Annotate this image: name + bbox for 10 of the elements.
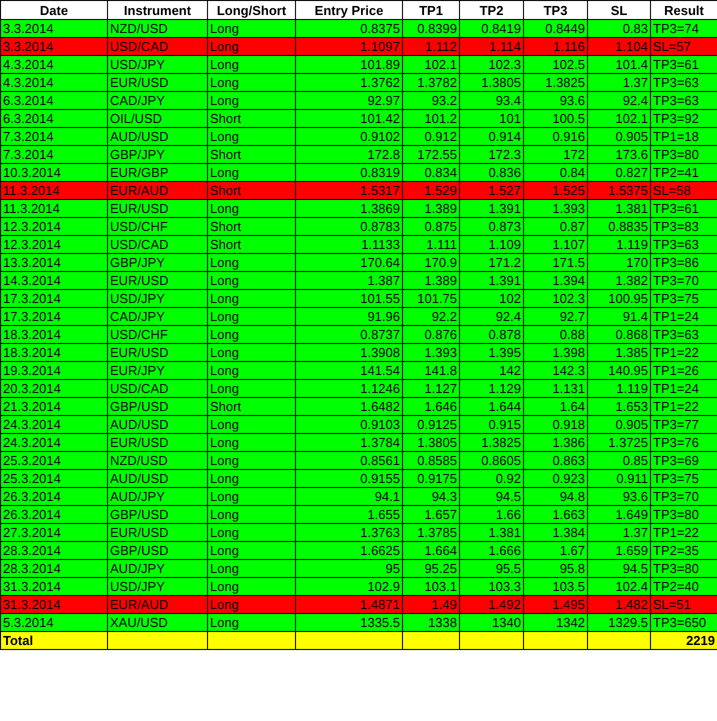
column-header: Result (650, 0, 717, 20)
column-header: TP2 (460, 0, 524, 20)
column-header: Entry Price (296, 0, 402, 20)
column-header: Long/Short (208, 0, 296, 20)
column-header: TP3 (524, 0, 588, 20)
column-header: Date (0, 0, 108, 20)
column-header: TP1 (402, 0, 460, 20)
column-header: Instrument (108, 0, 208, 20)
total-label: Total (0, 632, 108, 650)
column-header: SL (588, 0, 650, 20)
